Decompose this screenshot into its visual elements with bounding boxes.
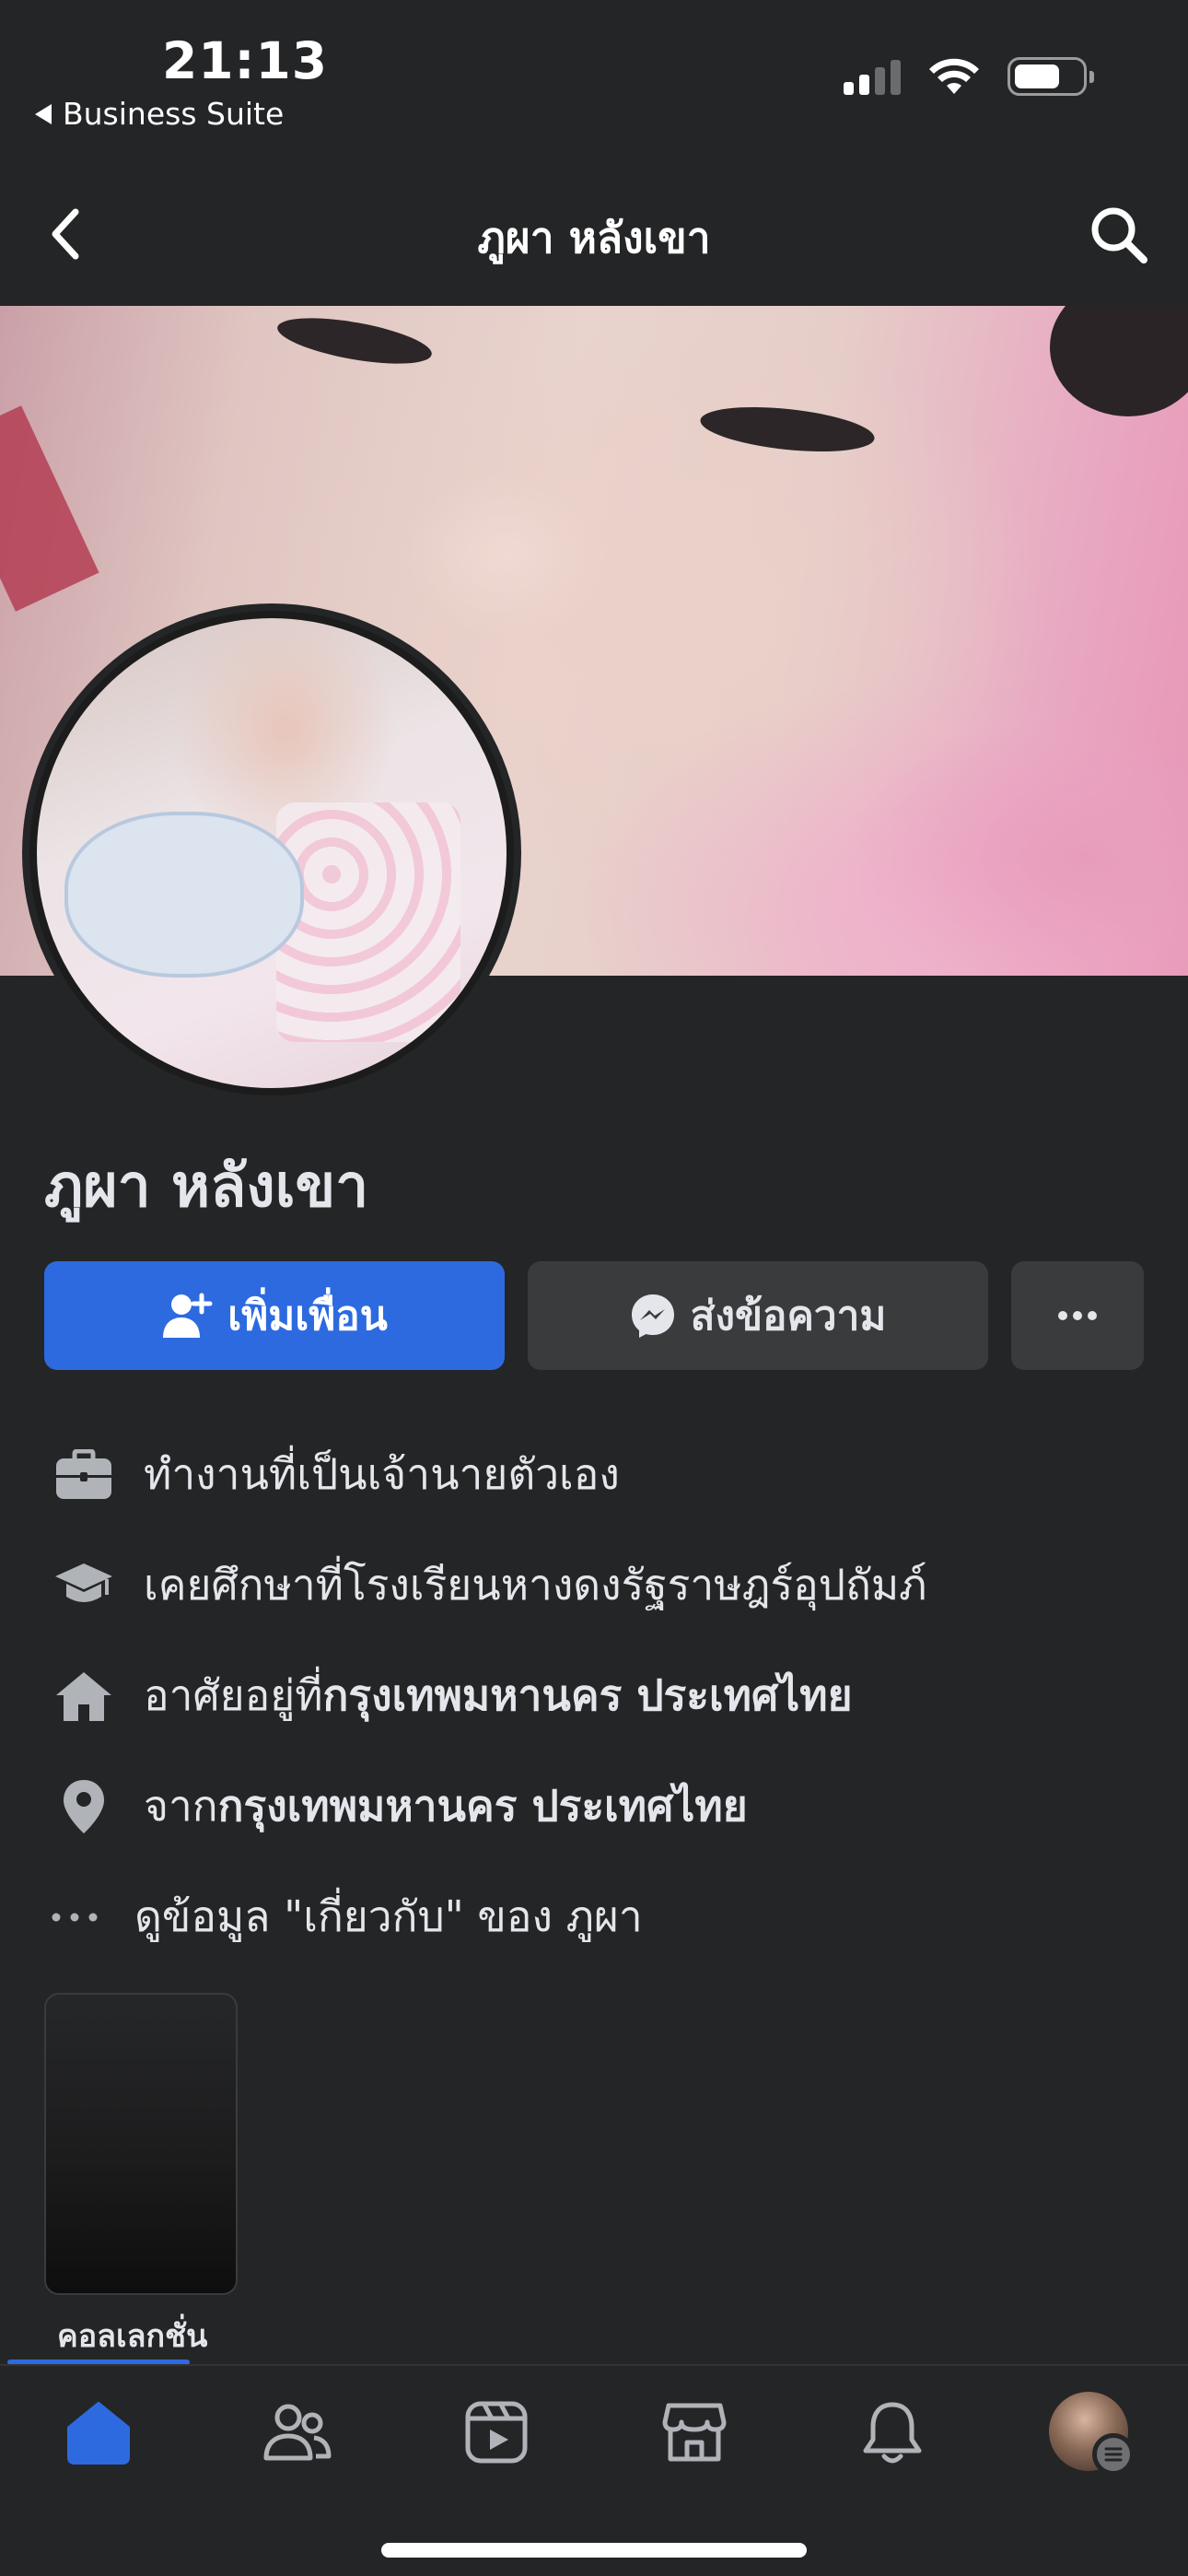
info-education: เคยศึกษาที่ โรงเรียนหางดงรัฐราษฎร์อุปถัม… <box>52 1551 927 1619</box>
more-dots-icon <box>52 1885 107 1950</box>
about-link-label: ดูข้อมูล "เกี่ยวกับ" ของ ภูผา <box>134 1891 643 1941</box>
info-lives-in-prefix: อาศัยอยู่ที่ <box>144 1670 323 1720</box>
status-time: 21:13 <box>162 31 329 90</box>
profile-name: ภูผา หลังเขา <box>44 1153 369 1221</box>
friends-icon <box>263 2404 332 2461</box>
home-indicator[interactable] <box>381 2543 807 2558</box>
cellular-signal-icon <box>844 58 901 95</box>
tabbar-divider <box>0 2364 1188 2366</box>
marketplace-icon <box>662 2403 727 2462</box>
collection-label: คอลเลกชั่น <box>57 2318 208 2355</box>
info-education-value[interactable]: โรงเรียนหางดงรัฐราษฎร์อุปถัมภ์ <box>344 1551 927 1619</box>
back-triangle-icon <box>35 103 52 124</box>
home-icon <box>67 2402 130 2465</box>
tab-marketplace[interactable] <box>656 2394 733 2471</box>
info-work-value[interactable]: เป็นเจ้านายตัวเอง <box>297 1441 620 1508</box>
info-from-value[interactable]: กรุงเทพมหานคร ประเทศไทย <box>218 1773 748 1840</box>
bell-icon <box>863 2402 922 2464</box>
info-work-prefix: ทำงานที่ <box>144 1449 297 1499</box>
briefcase-icon <box>52 1443 116 1507</box>
avatar <box>29 611 514 1095</box>
wifi-icon <box>929 58 979 94</box>
tab-notifications[interactable] <box>854 2394 931 2471</box>
info-lives-in: อาศัยอยู่ที่ กรุงเทพมหานคร ประเทศไทย <box>52 1662 853 1729</box>
menu-badge-icon <box>1092 2433 1135 2476</box>
tab-home[interactable] <box>60 2394 137 2471</box>
tab-video[interactable] <box>458 2394 535 2471</box>
status-icons <box>844 57 1094 96</box>
info-education-prefix: เคยศึกษาที่ <box>144 1560 344 1610</box>
home-icon <box>52 1664 116 1728</box>
info-lives-in-value[interactable]: กรุงเทพมหานคร ประเทศไทย <box>323 1662 853 1729</box>
more-dots-icon <box>1058 1311 1097 1320</box>
profile-picture[interactable] <box>22 603 521 1103</box>
video-icon <box>465 2401 528 2464</box>
add-friend-button[interactable]: เพิ่มเพื่อน <box>44 1261 505 1370</box>
info-work: ทำงานที่ เป็นเจ้านายตัวเอง <box>52 1441 620 1508</box>
message-button[interactable]: ส่งข้อความ <box>528 1261 988 1370</box>
location-pin-icon <box>52 1774 116 1839</box>
profile-page: 21:13 Business Suite ภูผา หลังเขา ภูผา ห… <box>0 0 1188 2576</box>
graduation-cap-icon <box>52 1553 116 1618</box>
messenger-icon <box>631 1294 674 1338</box>
tab-friends[interactable] <box>259 2394 336 2471</box>
collection-card[interactable] <box>44 1993 238 2295</box>
info-from-prefix: จาก <box>144 1781 218 1831</box>
back-to-app-link[interactable]: Business Suite <box>35 96 284 132</box>
add-person-icon <box>163 1293 213 1338</box>
battery-icon <box>1007 57 1094 96</box>
message-label: ส่งข้อความ <box>690 1293 887 1340</box>
search-icon[interactable] <box>1087 203 1151 267</box>
more-options-button[interactable] <box>1011 1261 1144 1370</box>
add-friend-label: เพิ่มเพื่อน <box>227 1293 388 1340</box>
page-title: ภูผา หลังเขา <box>477 213 711 263</box>
back-app-label: Business Suite <box>63 96 285 132</box>
info-from: จาก กรุงเทพมหานคร ประเทศไทย <box>52 1773 748 1840</box>
about-link[interactable]: ดูข้อมูล "เกี่ยวกับ" ของ ภูผา <box>52 1883 643 1950</box>
